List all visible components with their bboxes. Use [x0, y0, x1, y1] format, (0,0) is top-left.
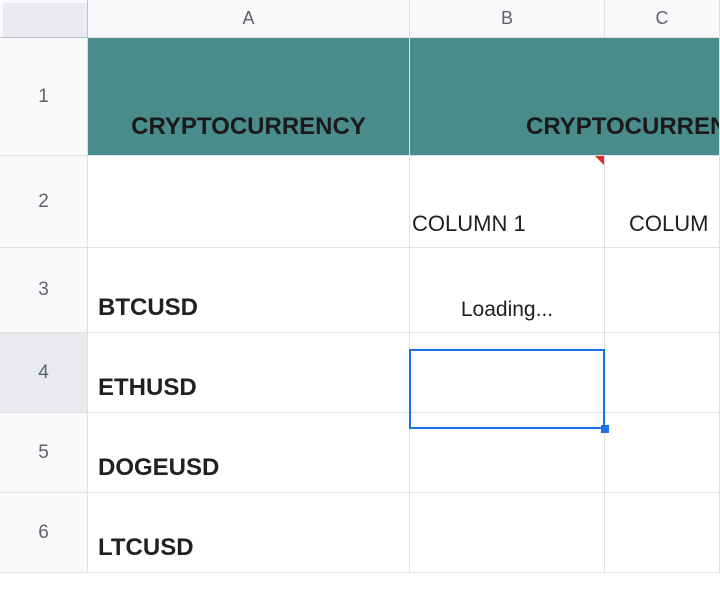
cell-b4[interactable] — [410, 333, 605, 413]
cell-b6[interactable] — [410, 493, 605, 573]
cell-a4[interactable]: ETHUSD — [88, 333, 410, 413]
row-header-4[interactable]: 4 — [0, 333, 88, 413]
cell-a6[interactable]: LTCUSD — [88, 493, 410, 573]
selection-fill-handle[interactable] — [601, 425, 609, 433]
cell-b3[interactable]: Loading... — [410, 248, 605, 333]
cell-a3[interactable]: BTCUSD — [88, 248, 410, 333]
cell-c3[interactable] — [605, 248, 720, 333]
col-header-c[interactable]: C — [605, 0, 720, 38]
cell-b5[interactable] — [410, 413, 605, 493]
col-header-a[interactable]: A — [88, 0, 410, 38]
comment-indicator-icon[interactable] — [595, 156, 604, 165]
cell-b1c1-merged[interactable]: CRYPTOCURREN — [410, 38, 720, 156]
row-header-2[interactable]: 2 — [0, 156, 88, 248]
cell-c5[interactable] — [605, 413, 720, 493]
cell-b2-text: COLUMN 1 — [412, 211, 526, 237]
row-header-1[interactable]: 1 — [0, 38, 88, 156]
cell-a2[interactable] — [88, 156, 410, 248]
cell-a1[interactable]: CRYPTOCURRENCY — [88, 38, 410, 156]
cell-c2[interactable]: COLUM — [605, 156, 720, 248]
row-header-3[interactable]: 3 — [0, 248, 88, 333]
cell-c6[interactable] — [605, 493, 720, 573]
col-header-b[interactable]: B — [410, 0, 605, 38]
cell-a5[interactable]: DOGEUSD — [88, 413, 410, 493]
row-header-6[interactable]: 6 — [0, 493, 88, 573]
row-header-5[interactable]: 5 — [0, 413, 88, 493]
cell-b2[interactable]: COLUMN 1 — [410, 156, 605, 248]
spreadsheet-grid: A B C 1 CRYPTOCURRENCY CRYPTOCURREN 2 CO… — [0, 0, 720, 573]
cell-c4[interactable] — [605, 333, 720, 413]
select-all-corner[interactable] — [0, 0, 88, 38]
